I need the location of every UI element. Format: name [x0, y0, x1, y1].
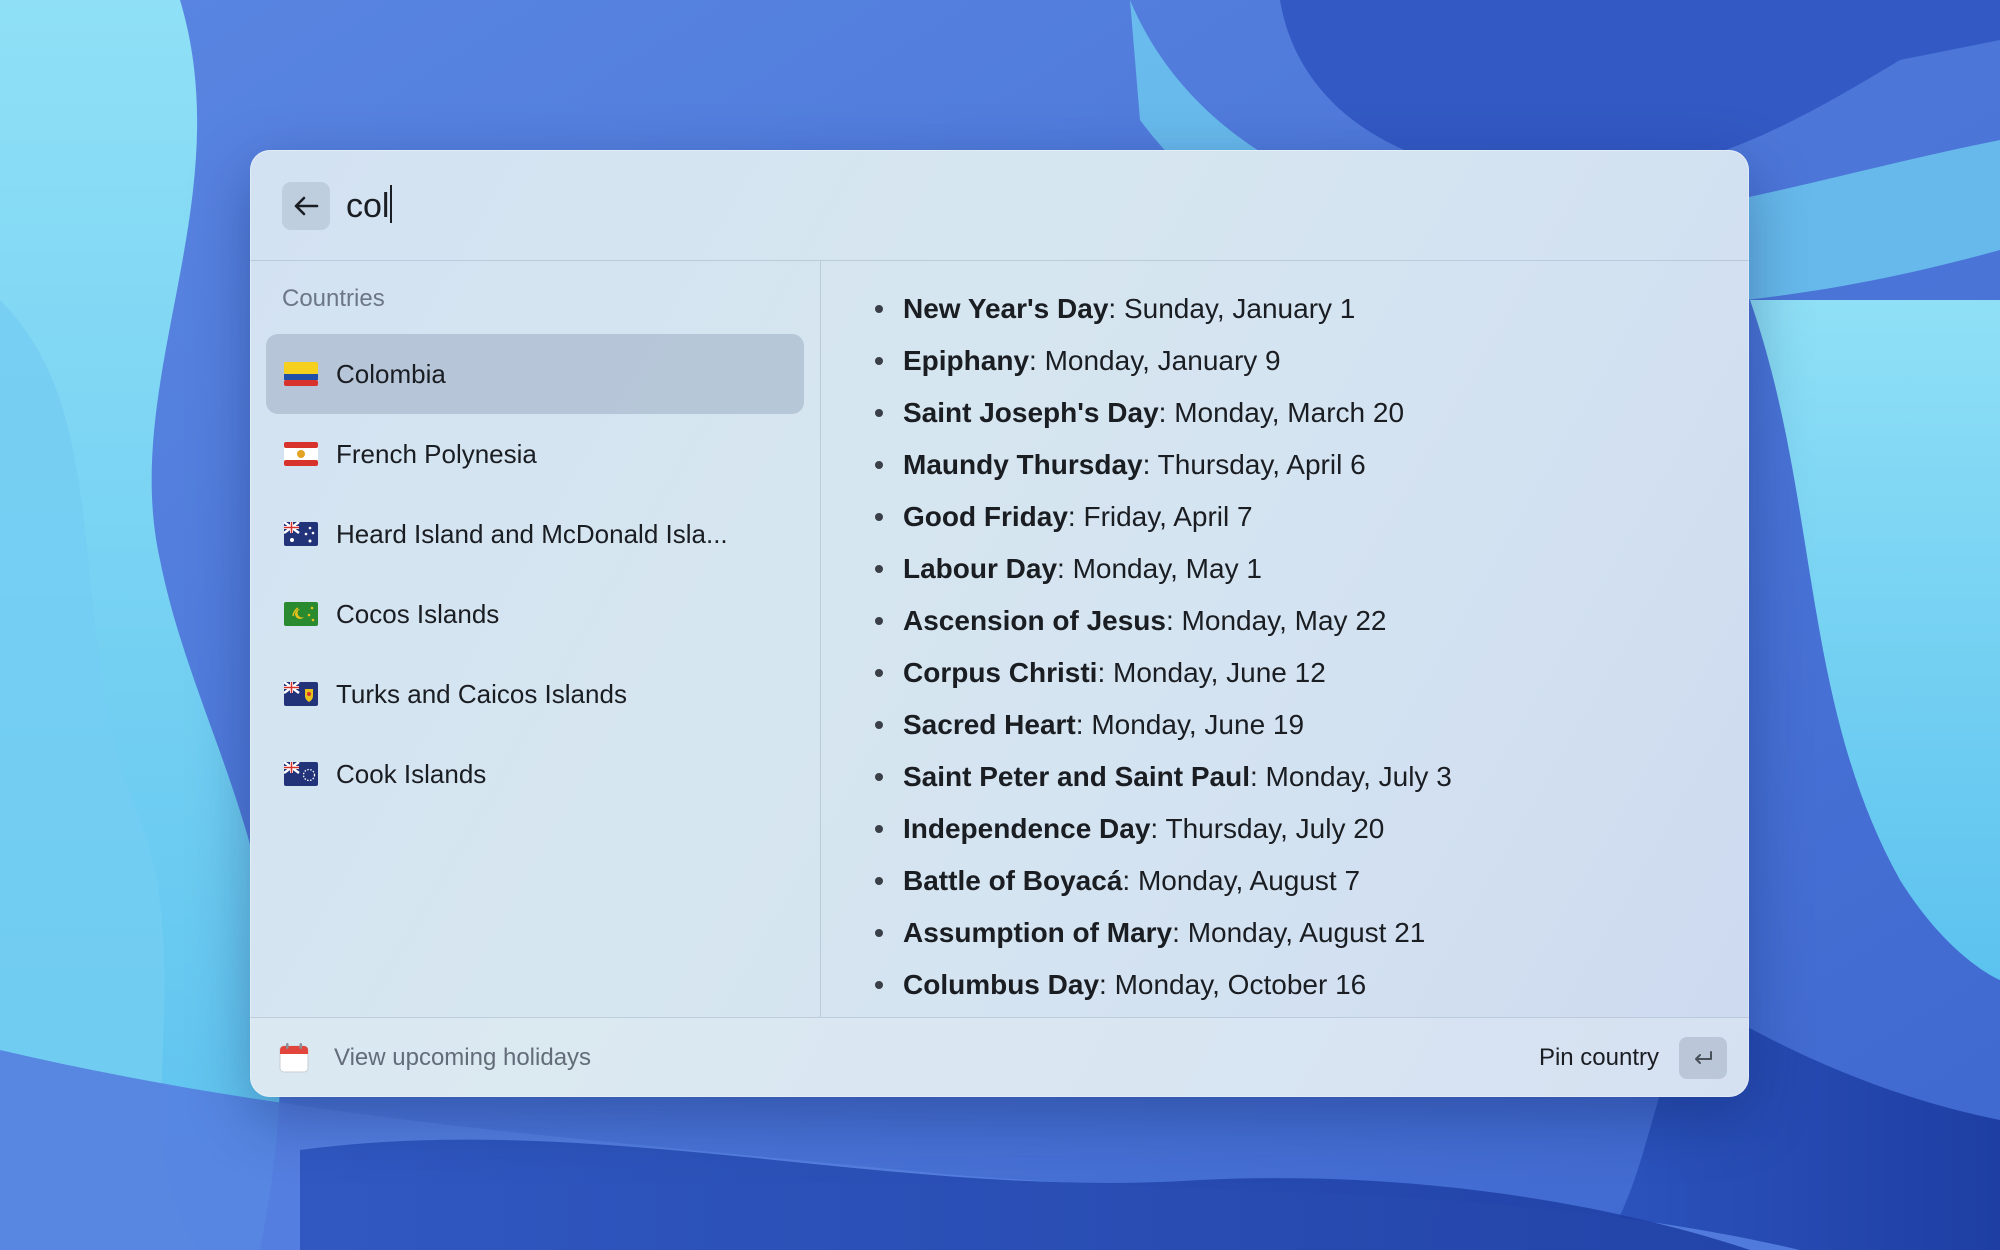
holiday-name: Saint Peter and Saint Paul [903, 761, 1250, 792]
search-bar: col [250, 150, 1749, 261]
holiday-name: New Year's Day [903, 293, 1109, 324]
holiday-name: Sacred Heart [903, 709, 1076, 740]
holiday-item: Good Friday: Friday, April 7 [873, 491, 1452, 543]
holiday-date: : Friday, April 7 [1067, 501, 1253, 532]
holiday-detail-pane: New Year's Day: Sunday, January 1 Epipha… [821, 261, 1749, 1017]
list-item-colombia[interactable]: Colombia [266, 334, 804, 414]
holiday-item: Saint Peter and Saint Paul: Monday, July… [873, 751, 1452, 803]
holiday-name: Battle of Boyacá [903, 865, 1123, 896]
action-footer: View upcoming holidays Pin country [250, 1017, 1749, 1097]
holiday-name: Labour Day [903, 553, 1058, 584]
holiday-item: Sacred Heart: Monday, June 19 [873, 699, 1452, 751]
holiday-item: Columbus Day: Monday, October 16 [873, 959, 1452, 1011]
bullet [875, 825, 883, 833]
back-button[interactable] [282, 182, 330, 230]
action-label: Pin country [1538, 1044, 1659, 1071]
holiday-name: Independence Day [903, 813, 1151, 844]
holiday-date: : Monday, June 12 [1097, 657, 1326, 688]
colombia-flag-icon [284, 362, 318, 386]
holiday-item: Labour Day: Monday, May 1 [873, 543, 1452, 595]
holiday-date: : Monday, March 20 [1158, 397, 1405, 428]
country-list-pane: Countries Colombia French Polynesia Hear… [250, 261, 821, 1017]
holiday-item: Battle of Boyacá: Monday, August 7 [873, 855, 1452, 907]
country-name: French Polynesia [336, 438, 537, 469]
bullet [875, 461, 883, 469]
holiday-item: Ascension of Jesus: Monday, May 22 [873, 595, 1452, 647]
country-name: Cook Islands [336, 758, 487, 789]
bullet [875, 409, 883, 417]
bullet [875, 981, 883, 989]
holiday-date: : Thursday, April 6 [1142, 449, 1366, 480]
country-name: Heard Island and McDonald Isla... [336, 518, 728, 549]
return-key-icon [1679, 1037, 1727, 1079]
bullet [875, 513, 883, 521]
bullet [875, 773, 883, 781]
bullet [875, 617, 883, 625]
country-name: Turks and Caicos Islands [336, 678, 627, 709]
holidays-window: col Countries Colombia French Polynesia … [250, 150, 1749, 1097]
australia-flag-icon [284, 522, 318, 546]
country-list: Colombia French Polynesia Heard Island a… [266, 334, 804, 814]
holiday-item: Maundy Thursday: Thursday, April 6 [873, 439, 1452, 491]
holiday-list: New Year's Day: Sunday, January 1 Epipha… [873, 283, 1452, 1011]
holiday-name: Saint Joseph's Day [903, 397, 1159, 428]
holiday-name: Corpus Christi [903, 657, 1098, 688]
cook-islands-flag-icon [284, 762, 318, 786]
search-query-text: col [346, 187, 390, 225]
list-item-french-polynesia[interactable]: French Polynesia [266, 414, 804, 494]
footer-title: View upcoming holidays [334, 1044, 592, 1071]
holiday-date: : Monday, June 19 [1075, 709, 1305, 740]
search-input[interactable]: col [346, 180, 393, 232]
bullet [875, 721, 883, 729]
holiday-name: Good Friday [903, 501, 1068, 532]
list-item-heard-island[interactable]: Heard Island and McDonald Isla... [266, 494, 804, 574]
bullet [875, 305, 883, 313]
bullet [875, 669, 883, 677]
cocos-islands-flag-icon [284, 602, 318, 626]
holiday-name: Epiphany [903, 345, 1030, 376]
list-item-cocos-islands[interactable]: Cocos Islands [266, 574, 804, 654]
list-item-cook-islands[interactable]: Cook Islands [266, 734, 804, 814]
holiday-date: : Monday, May 22 [1165, 605, 1387, 636]
holiday-name: Assumption of Mary [903, 917, 1173, 948]
turks-and-caicos-flag-icon [284, 682, 318, 706]
holiday-item: New Year's Day: Sunday, January 1 [873, 283, 1452, 335]
country-name: Colombia [336, 358, 446, 389]
text-caret [390, 185, 393, 223]
holiday-item: Corpus Christi: Monday, June 12 [873, 647, 1452, 699]
list-item-turks-and-caicos[interactable]: Turks and Caicos Islands [266, 654, 804, 734]
arrow-left-icon [294, 196, 319, 216]
bullet [875, 877, 883, 885]
holiday-item: Epiphany: Monday, January 9 [873, 335, 1452, 387]
french-polynesia-flag-icon [284, 442, 318, 466]
calendar-icon [279, 1043, 309, 1073]
country-name: Cocos Islands [336, 598, 500, 629]
bullet [875, 929, 883, 937]
holiday-date: : Thursday, July 20 [1150, 813, 1385, 844]
holiday-date: : Monday, October 16 [1099, 969, 1367, 1000]
holiday-date: : Monday, January 9 [1029, 345, 1281, 376]
holiday-item: Independence Day: Thursday, July 20 [873, 803, 1452, 855]
holiday-item: Assumption of Mary: Monday, August 21 [873, 907, 1452, 959]
holiday-date: : Monday, August 7 [1122, 865, 1361, 896]
holiday-name: Ascension of Jesus [903, 605, 1166, 636]
holiday-name: Maundy Thursday [903, 449, 1143, 480]
holiday-date: : Monday, May 1 [1057, 553, 1262, 584]
holiday-date: : Monday, July 3 [1249, 761, 1452, 792]
holiday-item: Saint Joseph's Day: Monday, March 20 [873, 387, 1452, 439]
holiday-date: : Sunday, January 1 [1108, 293, 1356, 324]
section-title: Countries [282, 285, 385, 312]
bullet [875, 357, 883, 365]
pin-country-button[interactable]: Pin country [1539, 1034, 1727, 1082]
bullet [875, 565, 883, 573]
holiday-date: : Monday, August 21 [1172, 917, 1426, 948]
holiday-name: Columbus Day [903, 969, 1100, 1000]
